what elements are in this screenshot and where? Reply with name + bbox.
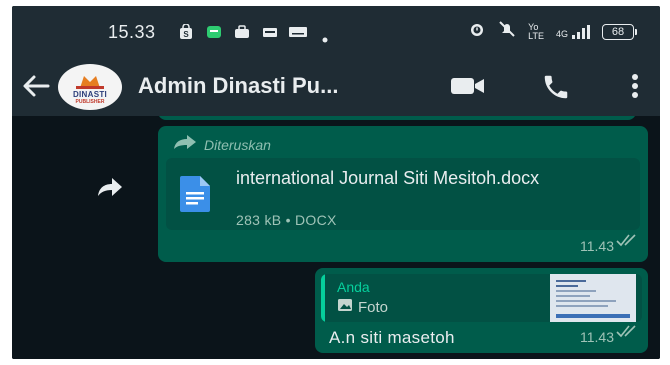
quote-bar	[321, 274, 325, 322]
document-name: international Journal Siti Mesitoh.docx	[236, 168, 540, 188]
message-bubble-document[interactable]: Diteruskan international Journal Siti Me…	[158, 126, 648, 262]
status-bar: 15.33 S Yo LTE 4G 68	[12, 6, 660, 58]
forward-arrow-icon	[172, 134, 198, 155]
shopping-bag-icon: S	[178, 23, 194, 45]
chat-app-icon	[206, 24, 222, 45]
forward-arrow-icon[interactable]	[96, 176, 124, 203]
dot-icon	[322, 30, 328, 48]
photo-thumbnail[interactable]	[550, 274, 636, 322]
avatar-subtext: PUBLISHER	[75, 99, 105, 105]
notification-icon	[288, 24, 308, 45]
arrow-left-icon[interactable]	[22, 74, 50, 103]
video-camera-icon[interactable]	[450, 75, 486, 102]
phone-icon[interactable]	[541, 72, 571, 107]
forwarded-indicator: Diteruskan	[172, 134, 271, 155]
message-time: 11.43	[580, 329, 614, 345]
mail-icon	[262, 24, 278, 45]
document-attachment[interactable]: international Journal Siti Mesitoh.docx …	[166, 158, 640, 230]
status-time: 15.33	[108, 22, 156, 42]
quote-type: Foto	[337, 298, 388, 316]
mute-icon	[498, 20, 516, 43]
image-icon	[337, 298, 353, 316]
more-vertical-icon[interactable]	[631, 72, 639, 105]
phone-screen: 15.33 S Yo LTE 4G 68 DINASTI PUBLISHER A…	[12, 6, 660, 359]
volte-label: Yo LTE	[528, 21, 544, 41]
alarm-icon	[468, 20, 486, 43]
document-meta: 283 kB • DOCX	[236, 212, 337, 228]
avatar-text: DINASTI	[72, 90, 108, 99]
previous-message-bubble	[158, 116, 636, 120]
status-right-group: Yo LTE 4G 68	[468, 20, 637, 43]
message-time: 11.43	[580, 238, 614, 254]
double-check-icon	[616, 324, 640, 343]
network-type: 4G	[555, 28, 568, 39]
chat-header: DINASTI PUBLISHER Admin Dinasti Pu...	[12, 58, 660, 116]
contact-name[interactable]: Admin Dinasti Pu...	[138, 73, 338, 99]
chat-area[interactable]: Diteruskan international Journal Siti Me…	[12, 116, 660, 359]
svg-text:S: S	[183, 30, 189, 39]
briefcase-icon	[234, 24, 250, 45]
signal-icon: 4G	[555, 24, 590, 39]
double-check-icon	[616, 233, 640, 252]
message-text: A.n siti masetoh	[329, 328, 455, 347]
forwarded-label: Diteruskan	[204, 136, 271, 153]
quoted-message[interactable]: Anda Foto	[321, 274, 642, 322]
avatar[interactable]: DINASTI PUBLISHER	[58, 64, 122, 110]
document-icon	[178, 174, 212, 219]
quote-author: Anda	[337, 279, 370, 295]
battery-indicator: 68	[602, 23, 637, 40]
quote-type-label: Foto	[358, 298, 389, 316]
message-bubble-reply[interactable]: Anda Foto A.n siti masetoh 11.43	[315, 268, 648, 353]
